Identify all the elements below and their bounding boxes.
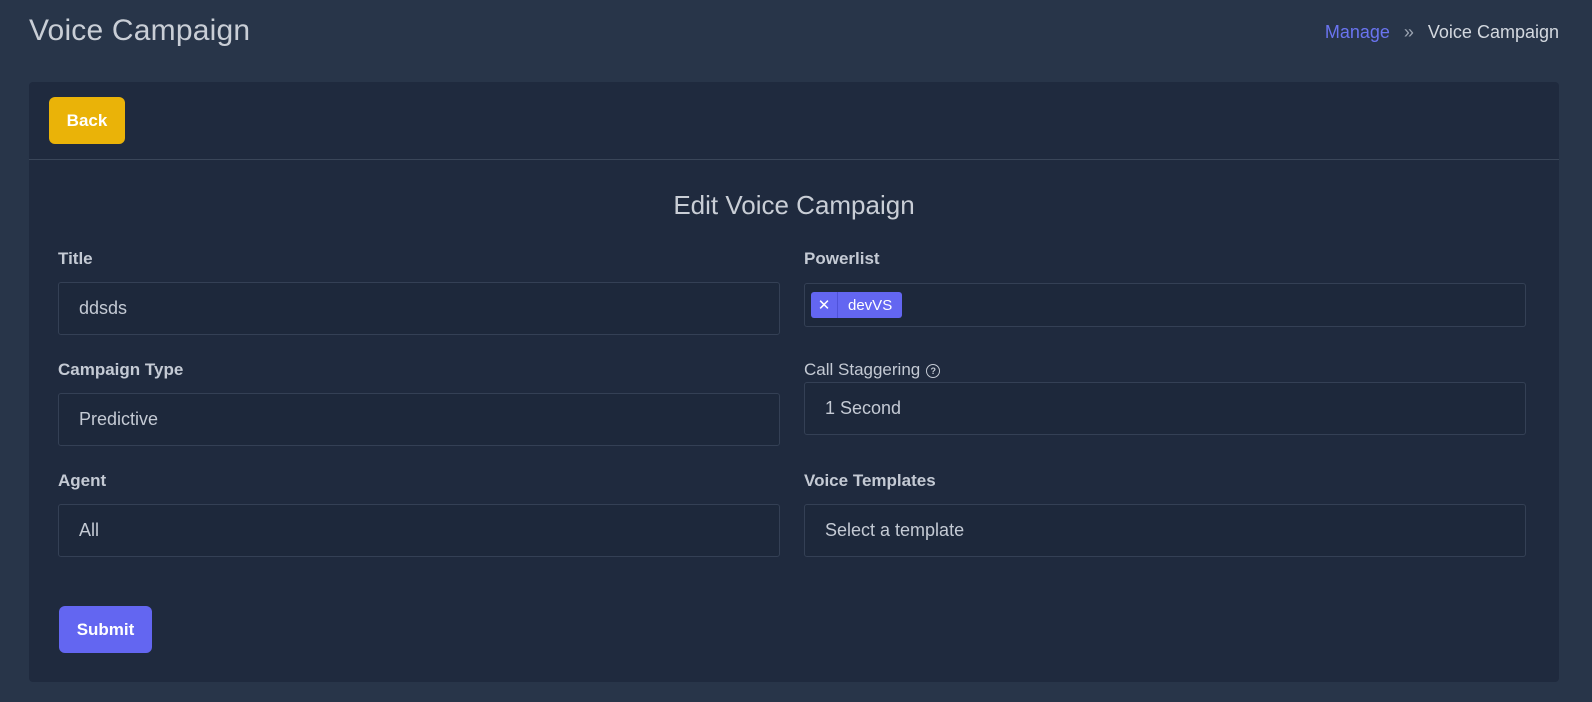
close-icon[interactable]: ✕ (811, 292, 838, 318)
voice-templates-value: Select a template (825, 520, 965, 540)
call-staggering-label: Call Staggering? (804, 360, 941, 380)
edit-campaign-card: Back Edit Voice Campaign Title Campaign … (29, 82, 1559, 682)
breadcrumb-current: Voice Campaign (1427, 22, 1559, 42)
powerlist-multiselect[interactable]: ✕ devVS (804, 283, 1526, 327)
call-staggering-select[interactable]: 1 Second (804, 382, 1526, 435)
campaign-type-value: Predictive (79, 409, 159, 429)
page-header: Voice Campaign Manage » Voice Campaign (0, 0, 1592, 70)
chevron-double-right-icon: » (1403, 22, 1414, 42)
agent-label: Agent (58, 471, 107, 490)
powerlist-tag: ✕ devVS (811, 292, 903, 318)
card-header: Back (29, 82, 1559, 160)
call-staggering-label-text: Call Staggering (804, 360, 921, 379)
question-circle-icon[interactable]: ? (926, 364, 941, 378)
submit-button[interactable]: Submit (59, 606, 152, 653)
agent-select[interactable]: All (58, 504, 780, 557)
campaign-type-label: Campaign Type (58, 360, 184, 379)
campaign-type-select[interactable]: Predictive (58, 393, 780, 446)
powerlist-label: Powerlist (804, 249, 880, 268)
agent-value: All (79, 520, 100, 540)
call-staggering-value: 1 Second (825, 398, 902, 418)
page-title: Voice Campaign (29, 14, 251, 47)
breadcrumb: Manage » Voice Campaign (1325, 22, 1559, 43)
voice-templates-label: Voice Templates (804, 471, 936, 490)
back-button[interactable]: Back (49, 97, 125, 144)
voice-templates-select[interactable]: Select a template (804, 504, 1526, 557)
title-label: Title (58, 249, 93, 268)
breadcrumb-link-manage[interactable]: Manage (1325, 22, 1390, 43)
powerlist-tag-label: devVS (848, 296, 893, 314)
title-input[interactable] (58, 282, 780, 335)
form-title: Edit Voice Campaign (673, 190, 915, 220)
